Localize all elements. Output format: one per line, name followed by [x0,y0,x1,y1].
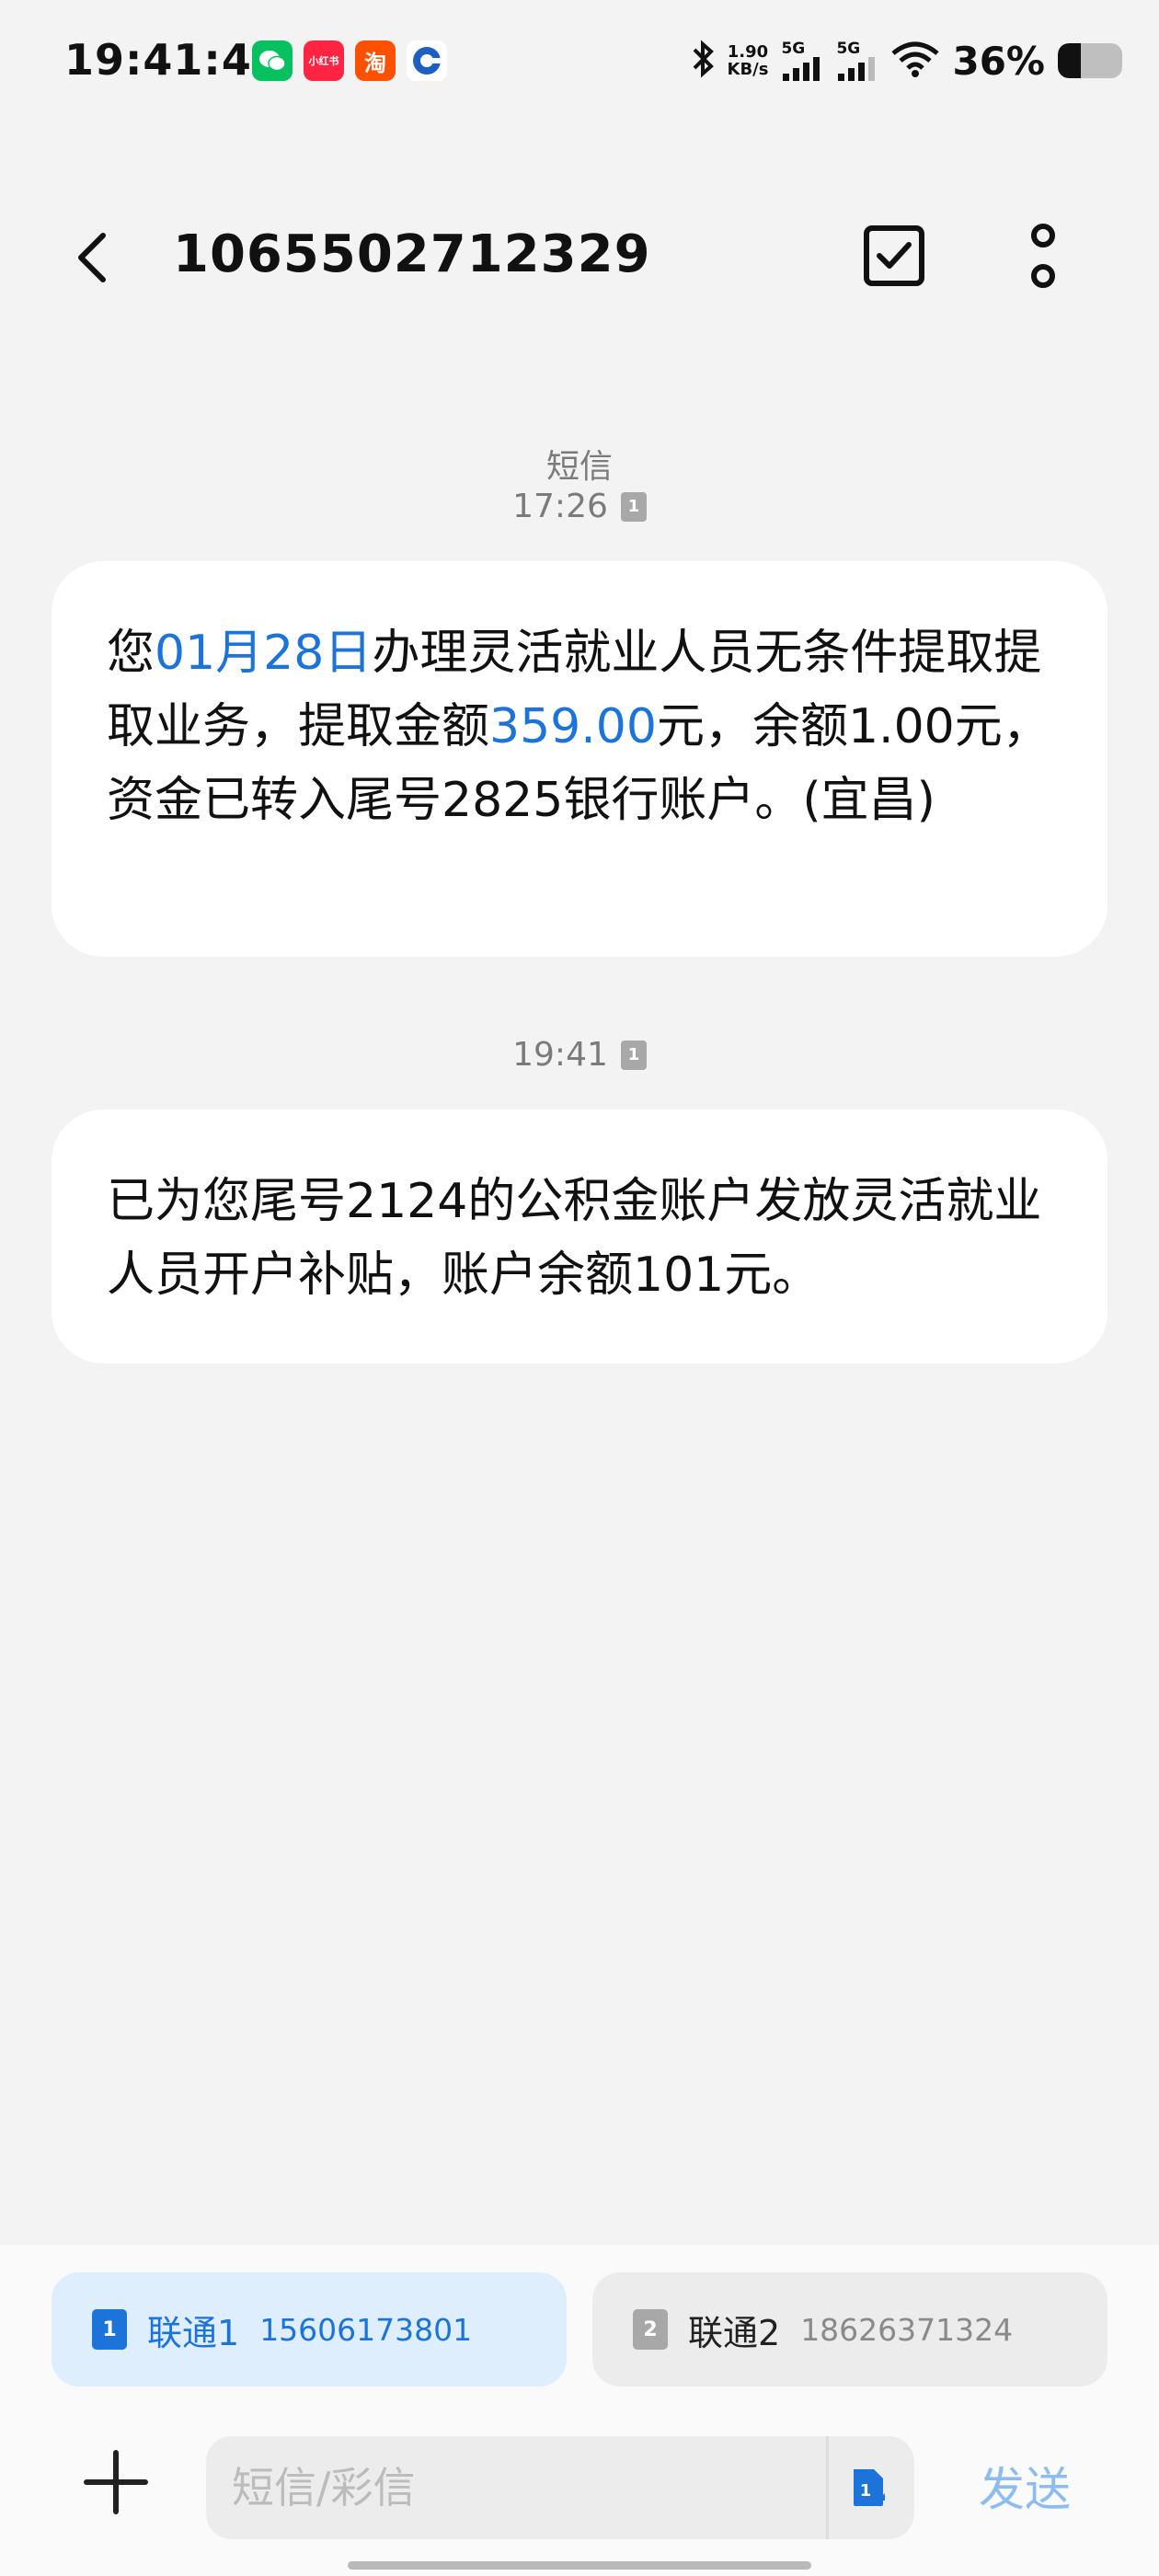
sim1-signal: 5G [781,40,823,81]
xiaohongshu-icon: 小红书 [304,40,344,81]
chevron-left-icon [78,233,106,282]
channel-label: 短信 [545,448,613,486]
conversation-title: 1065502712329 [173,224,651,284]
network-speed: 1.90 KB/s [727,42,769,79]
plus-icon [84,2450,148,2514]
sim1-select-button[interactable]: 1 联通1 15606173801 [52,2272,567,2386]
bank-icon [407,40,447,81]
composer-area: 1 联通1 15606173801 2 联通2 18626371324 1 发送 [0,2245,1159,2576]
sim2-name: 联通2 [688,2312,781,2353]
signal-icon [838,56,876,81]
message-input[interactable] [206,2462,822,2513]
attach-button[interactable] [81,2447,151,2517]
conversation-header: 1065502712329 [0,202,1159,313]
select-messages-button[interactable] [863,224,925,287]
more-options-button[interactable] [1012,223,1074,289]
message-text: 已为您尾号2124的公积金账户发放灵活就业人员开户补贴，账户余额101元。 [107,1174,1042,1303]
back-button[interactable] [64,230,120,285]
date-link[interactable]: 01月28日 [155,626,372,681]
sim1-number: 15606173801 [259,2311,473,2348]
message-bubble[interactable]: 已为您尾号2124的公积金账户发放灵活就业人员开户补贴，账户余额101元。 [52,1110,1107,1363]
more-icon [1031,224,1055,288]
message-bubble[interactable]: 您01月28日办理灵活就业人员无条件提取提取业务，提取金额359.00元，余额1… [52,561,1107,957]
battery-icon [1058,43,1122,78]
sim2-signal: 5G [836,40,878,81]
sim-1-icon: 1 [92,2309,127,2350]
status-bar: 19:41:44 小红书 淘 1.90 KB/s 5G 5G 36% [0,0,1159,129]
wifi-icon [891,40,940,81]
taobao-icon: 淘 [355,40,396,81]
sim-switch-button[interactable]: 1 [850,2467,887,2508]
input-divider [826,2436,829,2539]
sim2-number: 18626371324 [800,2311,1014,2348]
message-text: 您01月28日办理灵活就业人员无条件提取提取业务，提取金额359.00元，余额1… [107,626,1050,828]
svg-text:1: 1 [860,2481,872,2501]
home-indicator[interactable] [348,2561,811,2570]
sim1-name: 联通1 [147,2312,240,2353]
sim-1-icon: 1 [854,2469,885,2506]
message-input-box: 1 [206,2436,914,2539]
sim-2-icon: 2 [633,2309,668,2350]
sim-1-icon: 1 [620,1040,647,1070]
message-time: 19:41 1 [0,1036,1159,1074]
battery-percent: 36% [952,38,1045,84]
sim2-select-button[interactable]: 2 联通2 18626371324 [592,2272,1107,2386]
message-time: 17:26 1 [0,488,1159,525]
amount-link[interactable]: 359.00 [489,699,657,754]
sim-1-icon: 1 [620,491,647,522]
status-time: 19:41:44 [64,35,282,85]
bluetooth-icon [691,39,715,83]
checkbox-icon [864,225,924,286]
status-right-group: 1.90 KB/s 5G 5G 36% [691,35,1122,86]
signal-icon [783,56,820,81]
send-button[interactable]: 发送 [979,2453,1071,2519]
wechat-icon [252,40,293,81]
